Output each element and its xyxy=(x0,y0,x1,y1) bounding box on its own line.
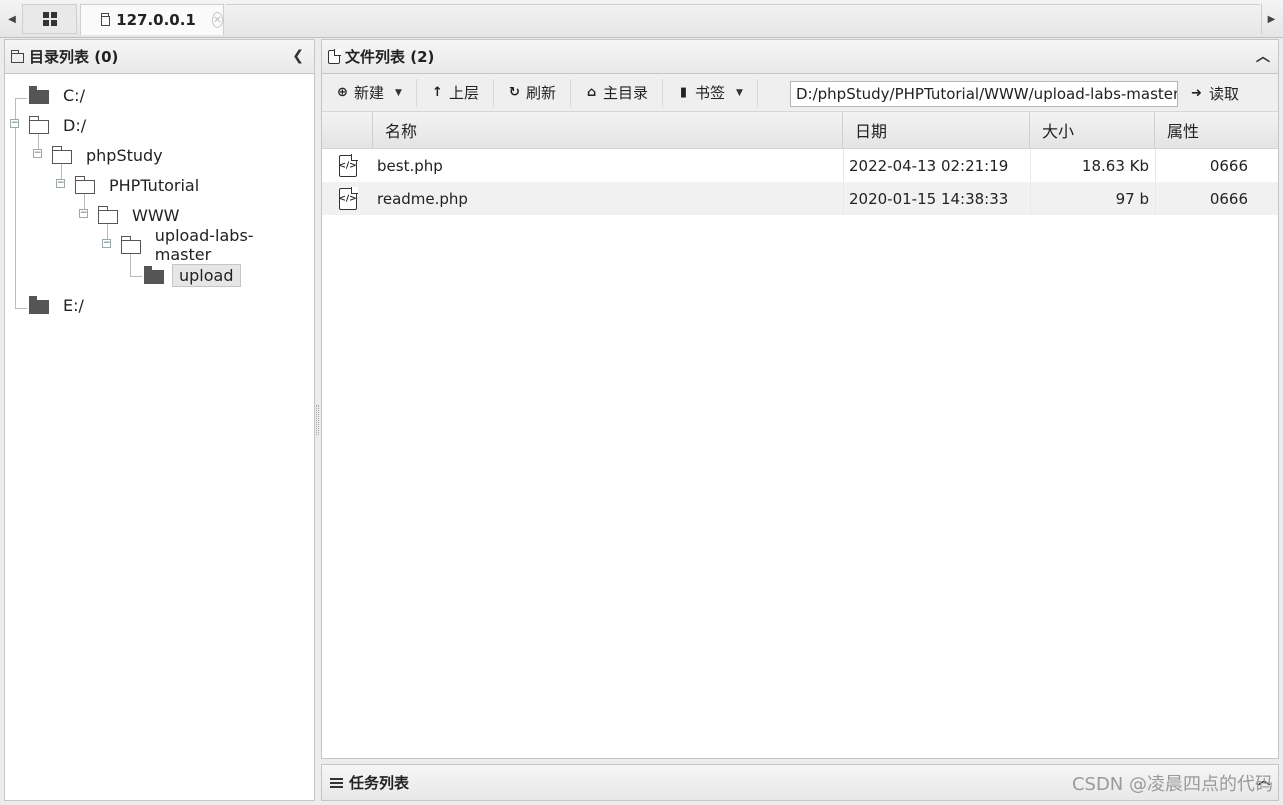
directory-panel-title: 目录列表 (0) xyxy=(29,48,119,66)
collapse-phptutorial-icon[interactable]: − xyxy=(56,179,65,188)
directory-panel-header: 目录列表 (0) ❮ xyxy=(5,40,314,74)
file-size: 18.63 Kb xyxy=(1030,149,1155,182)
header-size[interactable]: 大小 xyxy=(1030,112,1155,148)
path-input[interactable]: D:/phpStudy/PHPTutorial/WWW/upload-labs-… xyxy=(790,81,1178,107)
folder-open-icon xyxy=(75,175,95,194)
file-icon-cell: </> xyxy=(322,182,373,215)
collapse-up-icon[interactable]: ︿ xyxy=(1256,46,1270,66)
home-icon: ⌂ xyxy=(586,85,597,100)
collapse-d-icon[interactable]: − xyxy=(10,119,19,128)
tree-node-phptutorial[interactable]: PHPTutorial xyxy=(75,172,205,198)
file-list-header: 文件列表 (2) ︿ xyxy=(322,40,1278,74)
collapse-phpstudy-icon[interactable]: − xyxy=(33,149,42,158)
scroll-left-arrow-icon[interactable]: ◀ xyxy=(2,4,22,34)
bookmark-icon: ▮ xyxy=(679,85,688,100)
collapse-www-icon[interactable]: − xyxy=(79,209,88,218)
arrow-right-icon: ➜ xyxy=(1191,85,1202,101)
tree-node-label: PHPTutorial xyxy=(109,175,200,195)
refresh-icon: ↻ xyxy=(509,85,520,100)
arrow-up-icon: ↑ xyxy=(431,85,443,100)
up-level-button[interactable]: ↑ 上层 xyxy=(417,78,494,107)
folder-icon xyxy=(29,85,49,104)
read-button[interactable]: ➜ 读取 xyxy=(1190,79,1239,107)
php-file-icon: </> xyxy=(338,153,358,177)
file-grid-header: 名称 日期 大小 属性 xyxy=(322,112,1278,149)
folder-open-icon xyxy=(52,145,72,164)
scroll-right-arrow-icon[interactable]: ▶ xyxy=(1261,4,1281,34)
file-toolbar: ⊕ 新建 ▼ ↑ 上层 ↻ 刷新 ⌂ 主目录 ▮ 书签 ▼ D:/phpStud… xyxy=(322,74,1278,112)
watermark: CSDN @凌晨四点的代码 xyxy=(1071,774,1273,795)
file-list-panel: 文件列表 (2) ︿ ⊕ 新建 ▼ ↑ 上层 ↻ 刷新 ⌂ 主目录 ▮ 书签 ▼… xyxy=(321,39,1279,759)
tree-node-label: C:/ xyxy=(63,85,85,105)
task-panel-title: 任务列表 xyxy=(349,774,410,792)
bookmark-label: 书签 xyxy=(694,84,725,102)
tab-bar-filler xyxy=(226,4,1260,34)
tab-127-0-0-1[interactable]: 127.0.0.1 ✕ xyxy=(80,4,224,35)
refresh-label: 刷新 xyxy=(525,84,556,102)
panel-splitter[interactable] xyxy=(316,405,319,435)
caret-down-icon: ▼ xyxy=(395,87,402,98)
home-directory-button[interactable]: ⌂ 主目录 xyxy=(571,78,663,107)
home-tab[interactable] xyxy=(22,4,77,34)
file-name: best.php xyxy=(377,156,443,175)
tree-node-label: E:/ xyxy=(63,295,84,315)
collapse-panel-icon[interactable]: ❮ xyxy=(292,48,304,64)
directory-tree: − − − − − C:/ D:/ phpStudy PHPTutorial W… xyxy=(5,74,314,774)
tree-node-label: upload-labs-master xyxy=(154,226,254,264)
file-attr: 0666 xyxy=(1155,182,1278,215)
folder-icon xyxy=(29,295,49,314)
folder-open-icon xyxy=(98,205,118,224)
file-date: 2022-04-13 02:21:19 xyxy=(843,149,1030,182)
tab-bar: ◀ 127.0.0.1 ✕ ▶ xyxy=(0,0,1283,38)
close-tab-icon[interactable]: ✕ xyxy=(211,12,223,28)
tree-node-label: D:/ xyxy=(63,115,87,135)
header-icon-column xyxy=(322,112,373,148)
up-level-label: 上层 xyxy=(448,84,479,102)
file-attr: 0666 xyxy=(1155,149,1278,182)
tab-label: 127.0.0.1 xyxy=(116,11,196,29)
tree-node-label: phpStudy xyxy=(86,145,163,165)
list-icon xyxy=(330,777,343,788)
header-attr[interactable]: 属性 xyxy=(1155,112,1278,148)
grid-icon xyxy=(42,12,57,26)
caret-down-icon: ▼ xyxy=(736,87,743,98)
file-list-title: 文件列表 (2) xyxy=(345,48,435,66)
file-size: 97 b xyxy=(1030,182,1155,215)
tree-node-c[interactable]: C:/ xyxy=(29,82,91,108)
file-row[interactable]: </> readme.php 2020-01-15 14:38:33 97 b … xyxy=(322,182,1278,215)
file-row[interactable]: </> best.php 2022-04-13 02:21:19 18.63 K… xyxy=(322,149,1278,182)
read-label: 读取 xyxy=(1209,84,1240,103)
file-date: 2020-01-15 14:38:33 xyxy=(843,182,1030,215)
collapse-upload-labs-master-icon[interactable]: − xyxy=(102,239,111,248)
folder-icon xyxy=(11,49,24,63)
folder-open-icon xyxy=(121,235,141,254)
refresh-button[interactable]: ↻ 刷新 xyxy=(494,78,571,107)
directory-panel: 目录列表 (0) ❮ − − − − − C:/ D:/ phpStudy PH… xyxy=(4,39,315,801)
folder-icon xyxy=(144,265,164,284)
tree-node-upload[interactable]: upload xyxy=(144,262,241,288)
new-label: 新建 xyxy=(354,84,385,102)
new-button[interactable]: ⊕ 新建 ▼ xyxy=(322,78,417,107)
tree-node-label: upload xyxy=(172,263,241,287)
tree-node-phpstudy[interactable]: phpStudy xyxy=(52,142,169,168)
header-date[interactable]: 日期 xyxy=(843,112,1030,148)
bookmark-button[interactable]: ▮ 书签 ▼ xyxy=(663,78,758,107)
file-icon xyxy=(328,48,341,64)
header-name[interactable]: 名称 xyxy=(373,112,843,148)
tree-node-upload-labs-master[interactable]: upload-labs-master xyxy=(121,226,314,264)
folder-icon xyxy=(101,13,111,26)
tree-node-d[interactable]: D:/ xyxy=(29,112,92,138)
folder-open-icon xyxy=(29,115,49,134)
file-name: readme.php xyxy=(377,189,468,208)
file-icon-cell: </> xyxy=(322,149,373,182)
tree-node-label: WWW xyxy=(132,205,180,225)
home-directory-label: 主目录 xyxy=(602,84,648,102)
tree-node-e[interactable]: E:/ xyxy=(29,292,90,318)
php-file-icon: </> xyxy=(338,186,358,210)
plus-circle-icon: ⊕ xyxy=(337,85,348,100)
